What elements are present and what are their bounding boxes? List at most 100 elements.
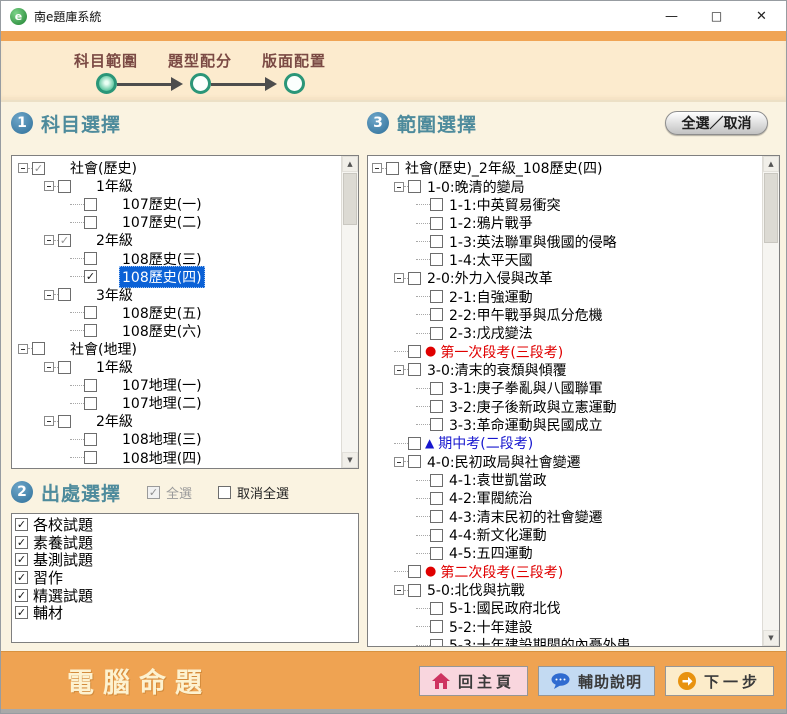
checkbox[interactable] [430, 529, 443, 542]
scroll-down-icon[interactable]: ▼ [342, 452, 358, 468]
tree-row[interactable]: 2-2:甲午戰爭與瓜分危機 [368, 306, 762, 324]
checkbox[interactable] [430, 235, 443, 248]
checkbox[interactable] [386, 162, 399, 175]
checkbox[interactable] [84, 379, 97, 392]
checkbox[interactable]: ✓ [84, 270, 97, 283]
tree-row[interactable]: 4-1:袁世凱當政 [368, 471, 762, 489]
checkbox[interactable] [430, 327, 443, 340]
expand-collapse-icon[interactable] [44, 235, 54, 245]
checkbox[interactable]: ✓ [15, 606, 28, 619]
checkbox[interactable] [84, 306, 97, 319]
tree-row[interactable]: 4-3:清末民初的社會變遷 [368, 508, 762, 526]
tree-row[interactable]: 107歷史(二) [12, 213, 341, 231]
checkbox[interactable] [430, 198, 443, 211]
next-step-button[interactable]: 下一步 [665, 666, 774, 696]
expand-collapse-icon[interactable] [394, 365, 404, 375]
checkbox[interactable] [430, 253, 443, 266]
tree-row[interactable]: 4-0:民初政局與社會變遷 [368, 453, 762, 471]
checkbox[interactable]: ✓ [58, 234, 71, 247]
expand-collapse-icon[interactable] [394, 273, 404, 283]
checkbox[interactable] [430, 382, 443, 395]
tree-row[interactable]: 108地理(四) [12, 449, 341, 467]
checkbox[interactable] [84, 216, 97, 229]
checkbox[interactable] [430, 639, 443, 646]
expand-collapse-icon[interactable] [394, 585, 404, 595]
scroll-thumb[interactable] [343, 173, 357, 225]
checkbox[interactable] [218, 486, 231, 499]
tree-label[interactable]: 3年級 [93, 465, 136, 468]
checkbox[interactable] [408, 180, 421, 193]
expand-collapse-icon[interactable] [44, 362, 54, 372]
checkbox[interactable] [84, 397, 97, 410]
scroll-up-icon[interactable]: ▲ [342, 156, 358, 172]
help-button[interactable]: 輔助說明 [538, 666, 655, 696]
checkbox[interactable] [58, 361, 71, 374]
tree-row[interactable]: 1-1:中英貿易衝突 [368, 196, 762, 214]
select-deselect-all-button[interactable]: 全選／取消 [665, 111, 768, 135]
tree-row[interactable]: 1-0:晚清的變局 [368, 177, 762, 195]
checkbox[interactable]: ✓ [15, 553, 28, 566]
checkbox[interactable] [430, 602, 443, 615]
maximize-button[interactable]: □ [694, 1, 739, 31]
tree-row[interactable]: 社會(地理) [12, 340, 341, 358]
home-button[interactable]: 回主頁 [419, 666, 528, 696]
tree-row[interactable]: ✓108歷史(四) [12, 268, 341, 286]
checkbox[interactable] [430, 547, 443, 560]
checkbox[interactable] [408, 565, 421, 578]
tree-row[interactable]: 5-1:國民政府北伐 [368, 599, 762, 617]
deselect-all-checkbox[interactable]: 取消全選 [218, 483, 289, 502]
checkbox[interactable] [430, 418, 443, 431]
checkbox[interactable] [58, 415, 71, 428]
select-all-checkbox[interactable]: ✓ 全選 [147, 483, 192, 502]
checkbox[interactable] [408, 455, 421, 468]
checkbox[interactable] [84, 433, 97, 446]
range-tree-scrollbar[interactable]: ▲ ▼ [762, 156, 779, 646]
checkbox[interactable] [84, 324, 97, 337]
checkbox[interactable] [408, 584, 421, 597]
close-button[interactable]: ✕ [739, 1, 784, 31]
checkbox[interactable] [430, 492, 443, 505]
expand-collapse-icon[interactable] [44, 181, 54, 191]
checkbox[interactable] [430, 217, 443, 230]
subject-tree-scrollbar[interactable]: ▲ ▼ [341, 156, 358, 468]
tree-row[interactable]: 108歷史(六) [12, 322, 341, 340]
list-item[interactable]: ✓精選試題 [15, 586, 358, 604]
checkbox[interactable] [430, 474, 443, 487]
scroll-down-icon[interactable]: ▼ [763, 630, 779, 646]
tree-row[interactable]: 4-4:新文化運動 [368, 526, 762, 544]
expand-collapse-icon[interactable] [44, 416, 54, 426]
scroll-up-icon[interactable]: ▲ [763, 156, 779, 172]
checkbox[interactable] [84, 451, 97, 464]
tree-row[interactable]: 3-3:革命運動與民國成立 [368, 416, 762, 434]
expand-collapse-icon[interactable] [18, 344, 28, 354]
tree-row[interactable]: 2-0:外力入侵與改革 [368, 269, 762, 287]
expand-collapse-icon[interactable] [394, 457, 404, 467]
checkbox[interactable] [58, 288, 71, 301]
scroll-thumb[interactable] [764, 173, 778, 243]
checkbox[interactable] [32, 342, 45, 355]
checkbox[interactable] [430, 510, 443, 523]
checkbox[interactable] [408, 437, 421, 450]
minimize-button[interactable]: — [649, 1, 694, 31]
checkbox[interactable] [84, 198, 97, 211]
tree-row[interactable]: 5-0:北伐與抗戰 [368, 581, 762, 599]
scroll-track[interactable] [342, 172, 358, 452]
list-item[interactable]: ✓基測試題 [15, 551, 358, 569]
checkbox[interactable] [430, 400, 443, 413]
scroll-track[interactable] [763, 172, 779, 630]
expand-collapse-icon[interactable] [394, 182, 404, 192]
tree-row[interactable]: 1-3:英法聯軍與俄國的侵略 [368, 232, 762, 250]
checkbox[interactable]: ✓ [147, 486, 160, 499]
list-item[interactable]: ✓輔材 [15, 604, 358, 622]
checkbox[interactable] [430, 308, 443, 321]
checkbox[interactable] [58, 180, 71, 193]
checkbox[interactable] [430, 620, 443, 633]
checkbox[interactable]: ✓ [15, 518, 28, 531]
checkbox[interactable] [430, 290, 443, 303]
tree-row[interactable]: 107地理(二) [12, 394, 341, 412]
checkbox[interactable] [84, 252, 97, 265]
tree-row[interactable]: 5-3:十年建設期間的內憂外患 [368, 636, 762, 646]
checkbox[interactable] [408, 345, 421, 358]
checkbox[interactable]: ✓ [15, 536, 28, 549]
expand-collapse-icon[interactable] [44, 290, 54, 300]
